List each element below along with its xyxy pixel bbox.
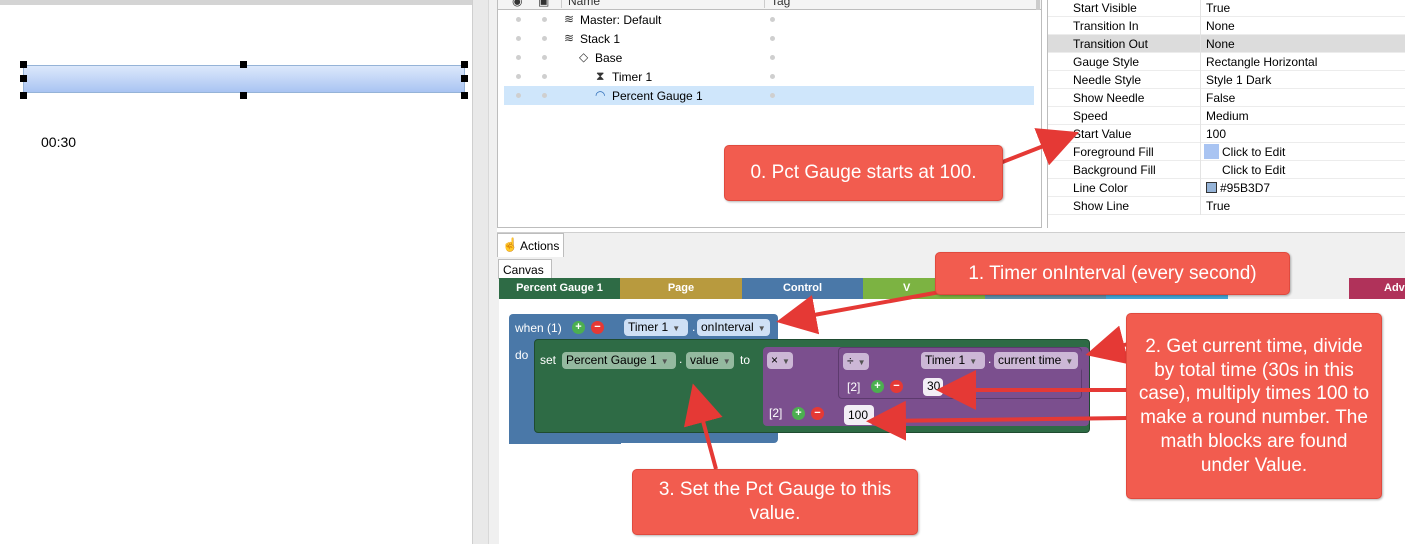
- callout-math-explanation: 2. Get current time, divide by total tim…: [1126, 313, 1382, 499]
- arrow-multiplier: [866, 400, 1129, 441]
- arrow-timer-event: [776, 290, 941, 335]
- callout-set-gauge: 3. Set the Pct Gauge to this value.: [632, 469, 918, 535]
- callout-start-value: 0. Pct Gauge starts at 100.: [724, 145, 1003, 201]
- callout-timer-interval: 1. Timer onInterval (every second): [935, 252, 1290, 295]
- arrow-set-gauge: [683, 383, 723, 470]
- arrow-start-value: [999, 128, 1079, 166]
- arrow-current-time: [1085, 325, 1130, 365]
